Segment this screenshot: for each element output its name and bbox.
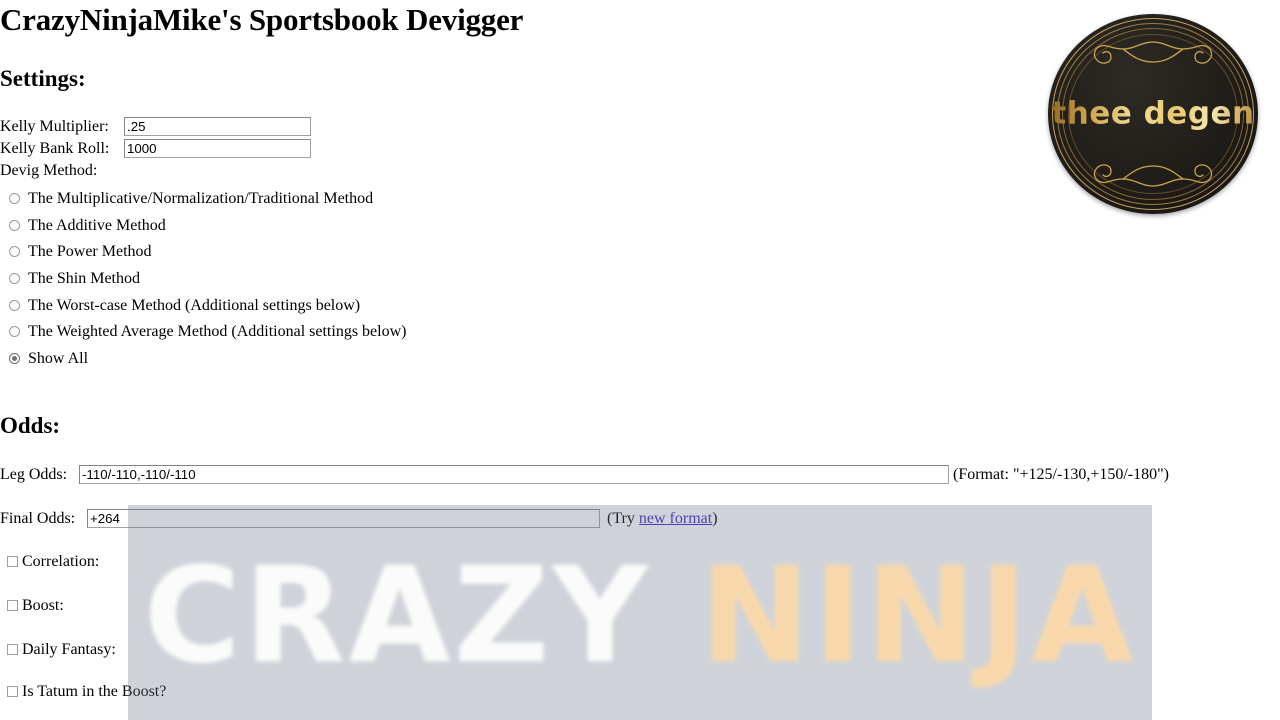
boost-checkbox-row[interactable]: Boost: (0, 595, 64, 617)
daily-fantasy-checkbox-row[interactable]: Daily Fantasy: (0, 639, 116, 661)
devig-method-label: Devig Method: (0, 162, 98, 179)
kelly-multiplier-label: Kelly Multiplier: (0, 118, 109, 136)
checkbox-icon[interactable] (7, 685, 18, 697)
devig-method-option-label: The Power Method (28, 243, 152, 261)
tatum-in-boost-label: Is Tatum in the Boost? (22, 683, 167, 701)
flourish-top-icon (1093, 41, 1213, 64)
devig-method-option-label: Show All (28, 350, 89, 368)
kelly-multiplier-row: Kelly Multiplier: (0, 117, 311, 137)
leg-odds-label: Leg Odds: (0, 466, 68, 484)
final-odds-hint-prefix: (Try (607, 510, 639, 527)
devig-method-option-label: The Shin Method (28, 270, 140, 288)
watermark-word-crazy: CRAZY (143, 538, 651, 693)
correlation-label: Correlation: (22, 553, 100, 571)
final-odds-hint: (Try new format) (607, 508, 718, 530)
logo-wordmark: thee degen (1048, 95, 1258, 131)
new-format-link[interactable]: new format (639, 510, 712, 527)
radio-icon[interactable] (9, 246, 20, 258)
odds-heading: Odds: (0, 413, 61, 438)
radio-icon[interactable] (9, 326, 20, 338)
devig-method-option-multiplicative[interactable]: The Multiplicative/Normalization/Traditi… (0, 186, 406, 213)
kelly-multiplier-input[interactable] (124, 117, 311, 136)
flourish-bottom-icon (1093, 164, 1213, 187)
final-odds-row: Final Odds: (Try new format) (0, 508, 718, 530)
devig-method-option-worst-case[interactable]: The Worst-case Method (Additional settin… (0, 293, 406, 320)
devig-method-option-label: The Weighted Average Method (Additional … (28, 323, 407, 341)
kelly-bank-roll-input[interactable] (124, 139, 311, 158)
leg-odds-input[interactable] (79, 465, 949, 484)
settings-heading: Settings: (0, 66, 86, 91)
radio-icon-selected[interactable] (9, 352, 20, 364)
thee-degen-logo: thee degen (1048, 14, 1258, 214)
devig-method-option-additive[interactable]: The Additive Method (0, 213, 406, 240)
final-odds-label: Final Odds: (0, 510, 76, 528)
devig-method-option-label: The Additive Method (28, 216, 166, 234)
watermark-text: CRAZY NINJA (144, 539, 1136, 693)
devig-method-radio-group: The Multiplicative/Normalization/Traditi… (0, 186, 406, 373)
checkbox-icon[interactable] (7, 643, 18, 655)
radio-icon[interactable] (9, 192, 20, 204)
devigger-page: CrazyNinjaMike's Sportsbook Devigger the… (0, 0, 1280, 720)
devig-method-option-power[interactable]: The Power Method (0, 239, 406, 266)
radio-icon[interactable] (9, 219, 20, 231)
logo-disc: thee degen (1048, 14, 1258, 214)
radio-icon[interactable] (9, 299, 20, 311)
final-odds-input[interactable] (87, 509, 600, 528)
final-odds-hint-suffix: ) (712, 510, 718, 527)
tatum-in-boost-checkbox-row[interactable]: Is Tatum in the Boost? (0, 681, 166, 703)
devig-method-option-weighted-average[interactable]: The Weighted Average Method (Additional … (0, 319, 406, 346)
crazy-ninja-watermark-overlay: CRAZY NINJA (128, 505, 1152, 720)
checkbox-icon[interactable] (7, 555, 18, 567)
watermark-word-ninja: NINJA (699, 538, 1137, 693)
daily-fantasy-label: Daily Fantasy: (22, 641, 116, 659)
kelly-bank-roll-label: Kelly Bank Roll: (0, 140, 110, 158)
leg-odds-format-hint: (Format: "+125/-130,+150/-180") (953, 466, 1169, 483)
kelly-bank-roll-row: Kelly Bank Roll: (0, 139, 311, 159)
devig-method-option-shin[interactable]: The Shin Method (0, 266, 406, 293)
leg-odds-row: Leg Odds: (Format: "+125/-130,+150/-180"… (0, 464, 1169, 486)
devig-method-option-label: The Multiplicative/Normalization/Traditi… (28, 190, 374, 207)
page-title: CrazyNinjaMike's Sportsbook Devigger (0, 2, 524, 37)
devig-method-option-show-all[interactable]: Show All (0, 346, 406, 373)
radio-icon[interactable] (9, 272, 20, 284)
correlation-checkbox-row[interactable]: Correlation: (0, 551, 99, 573)
checkbox-icon[interactable] (7, 599, 18, 611)
devig-method-option-label: The Worst-case Method (Additional settin… (28, 296, 361, 314)
boost-label: Boost: (22, 597, 64, 615)
